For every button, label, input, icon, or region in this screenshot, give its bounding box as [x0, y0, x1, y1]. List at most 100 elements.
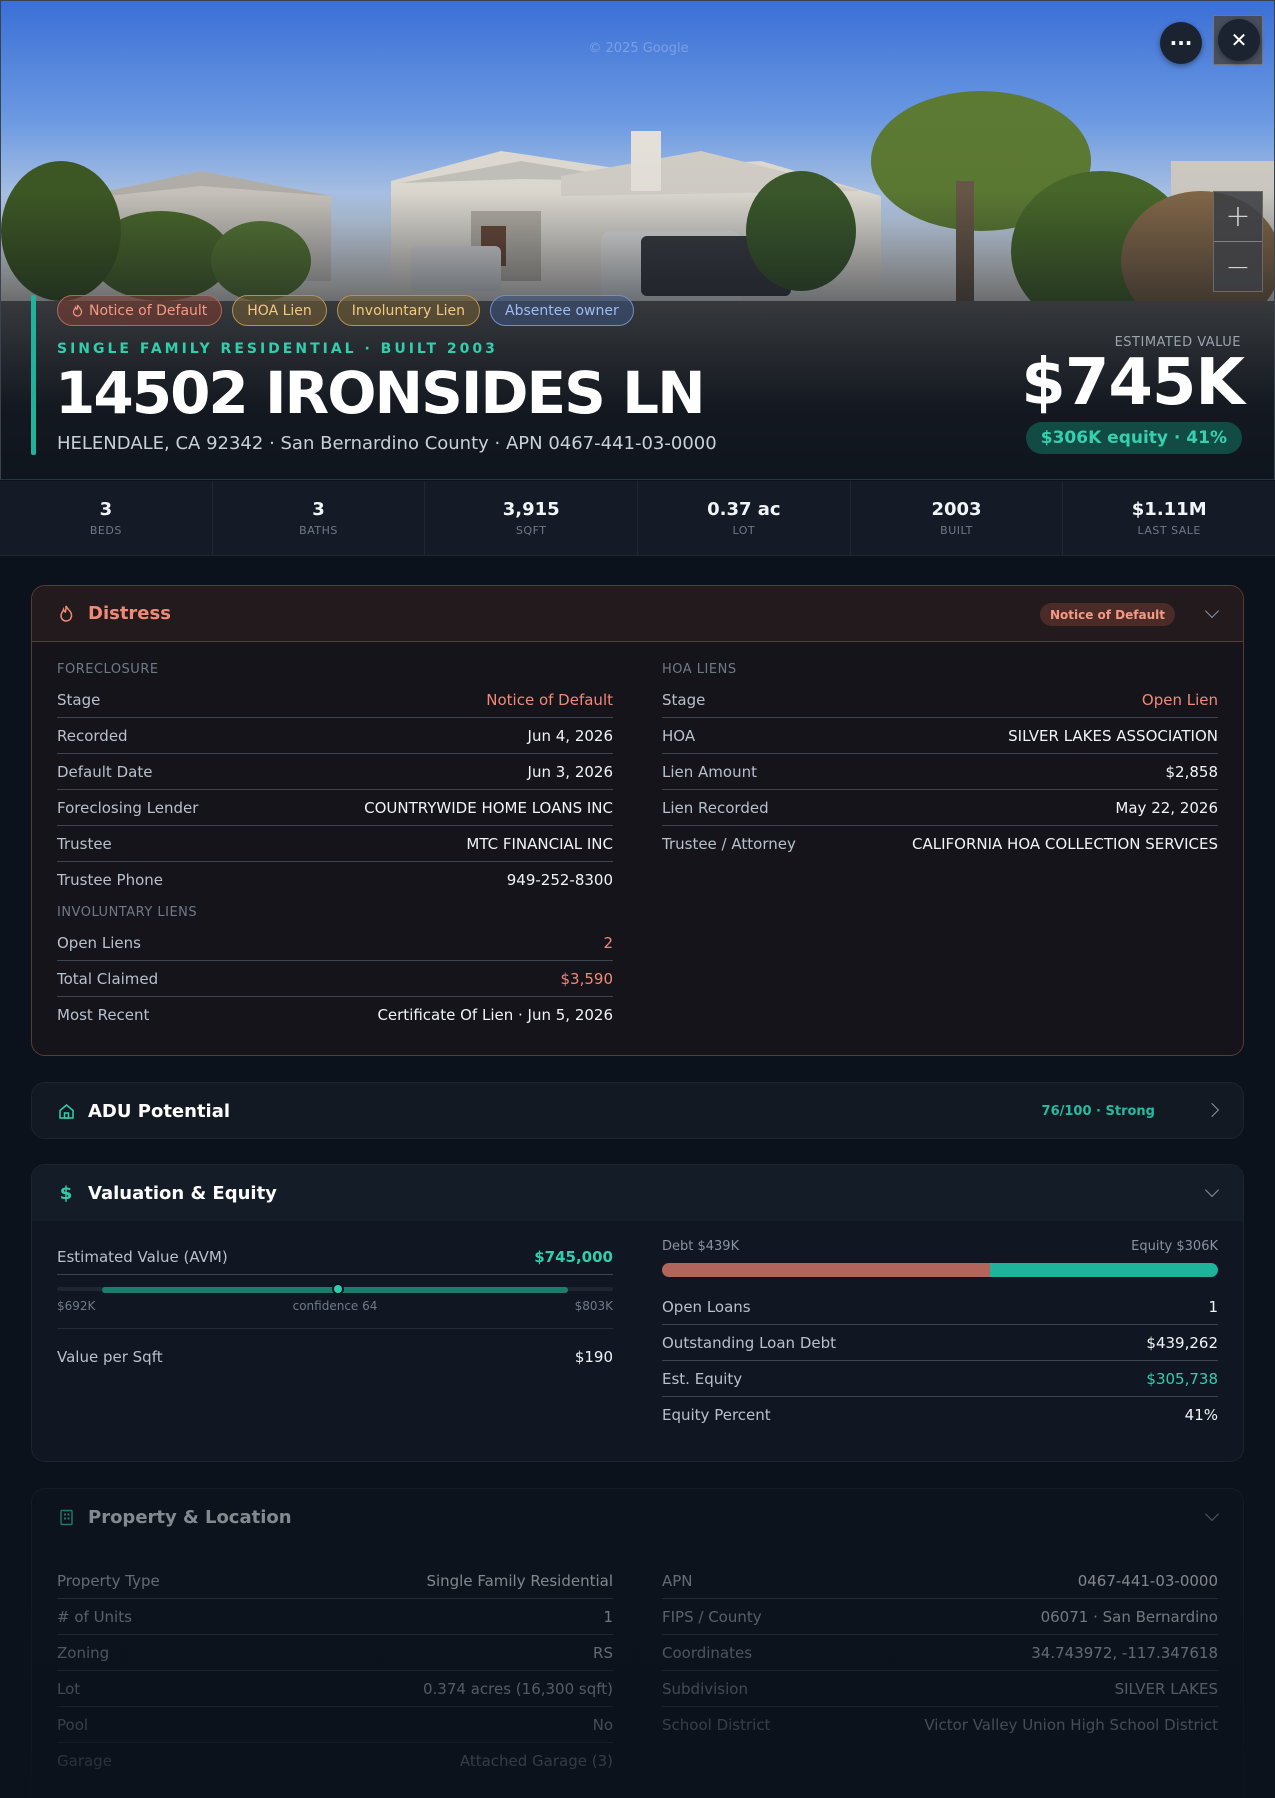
stat-value: 3: [99, 499, 113, 520]
detail-row: Most Recent Certificate Of Lien · Jun 5, …: [57, 997, 613, 1033]
detail-row: School District Victor Valley Union High …: [662, 1707, 1218, 1743]
estimate-marker: [332, 1283, 344, 1295]
hoa-liens-section: HOA LIENS Stage Open Lien HOA SILVER LAKES…: [662, 662, 1218, 862]
stat-value: 0.37 ac: [707, 499, 781, 520]
row-key: Lot: [57, 1679, 81, 1698]
row-key: Subdivision: [662, 1679, 748, 1698]
row-key: Property Type: [57, 1571, 160, 1590]
tag-hoa-lien: HOA Lien: [232, 295, 327, 326]
row-value: Victor Valley Union High School District: [924, 1716, 1218, 1734]
involuntary-liens-label: INVOLUNTARY LIENS: [57, 905, 198, 920]
row-value: Attached Garage (3): [459, 1752, 613, 1770]
row-key: Trustee: [57, 834, 112, 853]
detail-row: Open Liens 2: [57, 925, 613, 961]
row-key: Lien Recorded: [662, 798, 769, 817]
row-value: $305,738: [1146, 1369, 1218, 1388]
detail-row: Property Type Single Family Residential: [57, 1563, 613, 1599]
range-high: $803K: [574, 1299, 613, 1313]
row-value: Certificate Of Lien · Jun 5, 2026: [377, 1006, 613, 1024]
row-value: Notice of Default: [486, 690, 613, 709]
detail-row: Outstanding Loan Debt $439,262: [662, 1325, 1218, 1361]
zoom-out-button[interactable]: −: [1214, 242, 1262, 292]
detail-row: Lot 0.374 acres (16,300 sqft): [57, 1671, 613, 1707]
detail-row: Stage Open Lien: [662, 682, 1218, 718]
foreclosure-section: FORECLOSURE Stage Notice of Default Recor…: [57, 662, 613, 898]
home-icon: [56, 1101, 76, 1121]
row-value: SILVER LAKES ASSOCIATION: [1008, 726, 1218, 745]
row-key: Est. Equity: [662, 1369, 743, 1388]
debt-equity-labels: Debt $439K Equity $306K: [662, 1239, 1218, 1257]
zoom-in-button[interactable]: +: [1214, 192, 1262, 242]
chevron-down-icon[interactable]: [1204, 1506, 1220, 1522]
row-key: Trustee / Attorney: [662, 835, 796, 853]
adu-header[interactable]: ADU Potential 76/100 · Strong: [32, 1083, 1243, 1139]
property-address: 14502 IRONSIDES LN: [55, 359, 706, 427]
stat-value: 3: [312, 499, 325, 520]
property-subtitle: SINGLE FAMILY RESIDENTIAL · BUILT 2003: [57, 341, 498, 357]
distress-header[interactable]: Distress Notice of Default: [32, 586, 1243, 642]
stat-baths: 3 BATHS: [213, 481, 426, 555]
tag-label: Notice of Default: [89, 302, 208, 319]
ellipsis-icon: ···: [1169, 31, 1193, 55]
detail-row: Lien Recorded May 22, 2026: [662, 790, 1218, 826]
stat-label: BEDS: [89, 524, 122, 537]
property-detail-page: © 2025 Google ··· ✕ + − Notice of Defaul…: [0, 0, 1275, 1798]
equity-pill: $306K equity · 41%: [1025, 422, 1242, 454]
detail-row: Open Loans 1: [662, 1289, 1218, 1325]
row-key: Outstanding Loan Debt: [662, 1333, 836, 1352]
avm-label: Estimated Value (AVM): [57, 1247, 228, 1266]
row-value: MTC FINANCIAL INC: [466, 834, 613, 853]
equity-label: Equity $306K: [1131, 1239, 1218, 1254]
row-value: Jun 4, 2026: [527, 726, 613, 745]
detail-row: Pool No: [57, 1707, 613, 1743]
chevron-down-icon[interactable]: [1204, 603, 1220, 619]
row-value: 1: [1208, 1297, 1218, 1316]
row-key: Stage: [57, 690, 101, 709]
stat-label: SQFT: [515, 524, 547, 537]
flame-icon: [56, 604, 76, 624]
close-button[interactable]: ✕: [1218, 19, 1260, 61]
stat-label: BATHS: [299, 524, 338, 537]
foreclosure-label: FORECLOSURE: [57, 662, 159, 677]
row-key: FIPS / County: [662, 1607, 762, 1626]
row-value: 1: [603, 1607, 613, 1626]
equity-segment: [990, 1263, 1218, 1277]
detail-row: Stage Notice of Default: [57, 682, 613, 718]
detail-row: Trustee / Attorney CALIFORNIA HOA COLLECT…: [662, 826, 1218, 862]
detail-row: Garage Attached Garage (3): [57, 1743, 613, 1779]
row-value: Single Family Residential: [426, 1571, 613, 1590]
row-value: May 22, 2026: [1115, 798, 1218, 817]
map-watermark: © 2025 Google: [588, 41, 689, 56]
status-tags: Notice of Default HOA Lien Involuntary L…: [57, 295, 634, 326]
stat-lot: 0.37 ac LOT: [638, 481, 851, 555]
detail-row: FIPS / County 06071 · San Bernardino: [662, 1599, 1218, 1635]
valuation-header[interactable]: $ Valuation & Equity: [32, 1165, 1243, 1221]
detail-row: Est. Equity $305,738: [662, 1361, 1218, 1397]
ppsf-row: Value per Sqft $190: [57, 1329, 613, 1385]
estimated-value: $745K: [1021, 346, 1245, 420]
adu-potential-card[interactable]: ADU Potential 76/100 · Strong: [31, 1082, 1244, 1139]
hero-street-view: © 2025 Google ··· ✕ + − Notice of Defaul…: [0, 0, 1275, 480]
row-value: SILVER LAKES: [1114, 1679, 1218, 1698]
valuation-equity-card: $ Valuation & Equity Estimated Value (AV…: [31, 1164, 1244, 1462]
detail-row: Equity Percent 41%: [662, 1397, 1218, 1433]
row-key: Equity Percent: [662, 1406, 771, 1424]
close-button-frame: ✕: [1213, 15, 1263, 65]
row-value: COUNTRYWIDE HOME LOANS INC: [364, 798, 613, 817]
property-header[interactable]: Property & Location: [32, 1489, 1243, 1545]
close-icon: ✕: [1230, 28, 1248, 52]
chevron-down-icon[interactable]: [1204, 1182, 1220, 1198]
detail-row: APN 0467-441-03-0000: [662, 1563, 1218, 1599]
stat-label: LAST SALE: [1137, 524, 1201, 537]
tag-absentee-owner: Absentee owner: [490, 295, 634, 326]
distress-badge: Notice of Default: [1039, 603, 1175, 626]
chevron-right-icon[interactable]: [1204, 1102, 1220, 1118]
row-value: RS: [593, 1643, 613, 1662]
location-line: HELENDALE, CA 92342 · San Bernardino Cou…: [57, 433, 717, 454]
stat-value: 3,915: [502, 499, 560, 520]
tag-involuntary-lien: Involuntary Lien: [336, 295, 481, 326]
debt-label: Debt $439K: [662, 1239, 740, 1254]
row-key: Garage: [57, 1752, 112, 1770]
more-options-button[interactable]: ···: [1160, 22, 1202, 64]
detail-row: Foreclosing Lender COUNTRYWIDE HOME LOANS…: [57, 790, 613, 826]
